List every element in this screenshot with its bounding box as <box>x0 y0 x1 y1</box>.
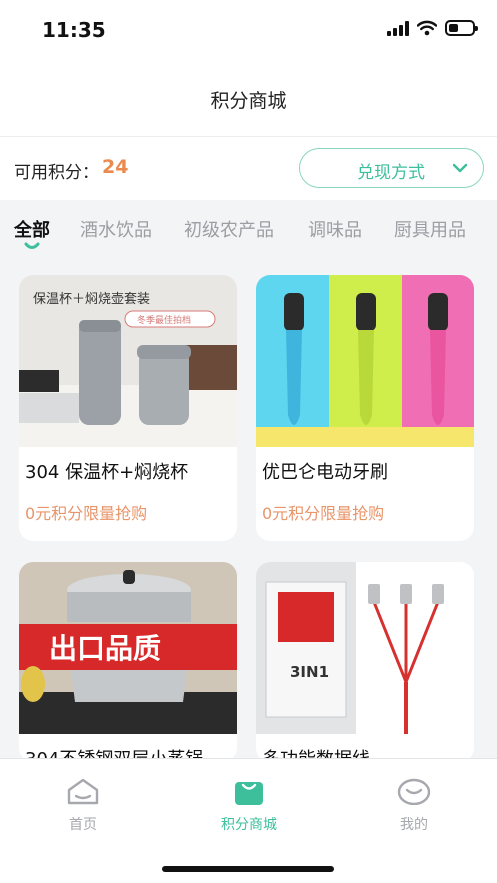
exchange-method-label: 兑现方式 <box>357 163 425 183</box>
product-card-toothbrush[interactable]: 优巴仑电动牙刷 0元积分限量抢购 <box>256 275 474 541</box>
tab-bar-home-label: 首页 <box>69 817 97 833</box>
tab-kitchenware[interactable]: 厨具用品 <box>394 216 466 242</box>
shopping-bag-icon <box>235 782 263 805</box>
svg-text:冬季最佳拍档: 冬季最佳拍档 <box>137 314 191 326</box>
points-value: 24 <box>102 156 129 178</box>
status-time: 11:35 <box>42 18 106 42</box>
product-promo: 0元积分限量抢购 <box>25 504 148 523</box>
status-bar: 11:35 <box>0 0 497 62</box>
tab-drinks[interactable]: 酒水饮品 <box>80 216 152 242</box>
product-image-cable: 3IN1 <box>256 562 474 734</box>
tab-bar-mine-label: 我的 <box>400 817 428 833</box>
home-indicator <box>162 866 334 872</box>
tab-bar-points-mall-label: 积分商城 <box>221 817 277 833</box>
product-promo: 0元积分限量抢购 <box>262 504 385 523</box>
product-image-thermos: 冬季最佳拍档 保温杯＋焖烧壶套装 <box>19 275 237 447</box>
svg-text:3IN1: 3IN1 <box>290 663 329 681</box>
product-card-steamer[interactable]: 出口品质 304不锈钢双层小蒸锅 <box>19 562 237 762</box>
product-title: 优巴仑电动牙刷 <box>262 462 388 483</box>
home-icon <box>67 778 99 805</box>
battery-icon <box>445 20 478 36</box>
product-image-toothbrush <box>256 275 474 447</box>
smile-icon <box>397 778 431 806</box>
bottom-tab-bar: 首页 积分商城 我的 <box>0 758 497 883</box>
product-card-thermos[interactable]: 冬季最佳拍档 保温杯＋焖烧壶套装 304 保温杯+焖烧杯 0元积分限量抢购 <box>19 275 237 541</box>
status-icons <box>387 20 478 36</box>
tab-farm-products[interactable]: 初级农产品 <box>184 216 274 242</box>
tab-bar-points-mall[interactable]: 积分商城 <box>189 777 309 834</box>
points-label: 可用积分： <box>14 163 99 183</box>
product-card-cable[interactable]: 3IN1 多功能数据线 <box>256 562 474 762</box>
nav-bar: 积分商城 <box>0 62 497 136</box>
product-image-steamer: 出口品质 <box>19 562 237 734</box>
tab-bar-home[interactable]: 首页 <box>23 777 143 834</box>
exchange-method-select[interactable]: 兑现方式 <box>299 148 484 188</box>
chevron-down-icon <box>452 163 468 173</box>
category-tabs: 全部 酒水饮品 初级农产品 调味品 厨具用品 <box>0 200 497 256</box>
svg-text:出口品质: 出口品质 <box>49 632 161 665</box>
svg-text:保温杯＋焖烧壶套装: 保温杯＋焖烧壶套装 <box>33 291 150 307</box>
tab-all[interactable]: 全部 <box>14 216 50 242</box>
active-tab-indicator <box>24 242 40 249</box>
product-title: 304 保温杯+焖烧杯 <box>25 462 189 483</box>
tab-bar-mine[interactable]: 我的 <box>354 777 474 834</box>
wifi-icon <box>417 20 437 36</box>
signal-icon <box>387 20 409 36</box>
page-title: 积分商城 <box>210 89 287 112</box>
tab-seasoning[interactable]: 调味品 <box>308 216 362 242</box>
points-row: 可用积分： 24 兑现方式 <box>0 136 497 200</box>
